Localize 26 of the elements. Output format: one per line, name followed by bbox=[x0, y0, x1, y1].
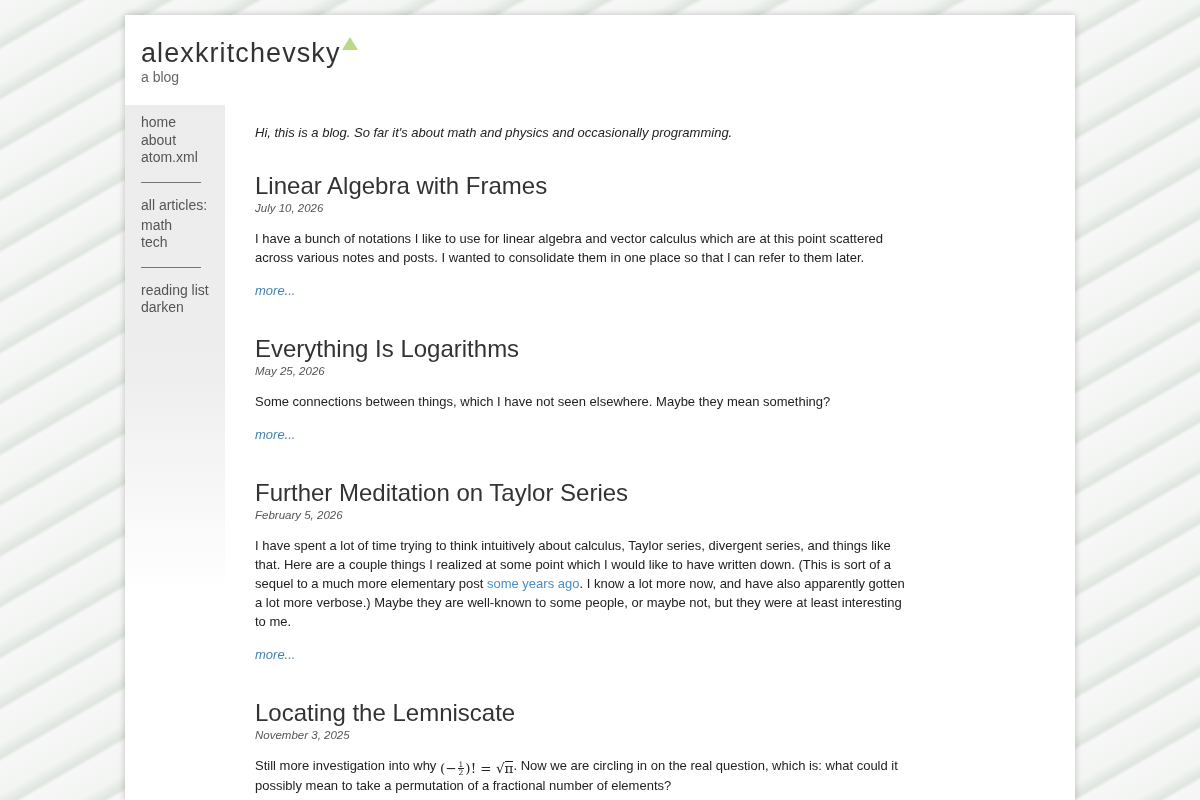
more-link[interactable]: more... bbox=[255, 424, 296, 444]
sidebar-link[interactable]: math bbox=[141, 216, 173, 234]
post-title[interactable]: Locating the Lemniscate bbox=[255, 697, 516, 727]
post-date: November 3, 2025 bbox=[255, 727, 350, 743]
post-date: February 5, 2026 bbox=[255, 507, 343, 523]
sidebar-link[interactable]: tech bbox=[141, 234, 168, 252]
post-date: July 10, 2026 bbox=[255, 200, 324, 216]
sidebar-link[interactable]: reading list bbox=[141, 281, 209, 299]
post-excerpt: I have spent a lot of time trying to think intuitively about calculus, Taylor series, divergent series, and things like that. Here are a couple things I realized at some point which I would like to have written down. (This is sort of a sequel to a much more elementary post some years ago. I know a lot more now, and have also apparently gotten a lot more verbose.) Maybe they are well-known to some people, or maybe not, but they were at least interesting to me. bbox=[255, 536, 905, 631]
sidebar-link[interactable]: home bbox=[141, 114, 177, 132]
sidebar-heading: all articles: bbox=[141, 196, 208, 214]
post-excerpt: I have a bunch of notations I like to use for linear algebra and vector calculus which are at this point scattered across various notes and posts. I wanted to consolidate them in one place so that I can refer to them later. bbox=[255, 229, 884, 267]
sidebar-link[interactable]: darken bbox=[141, 299, 184, 317]
triangle-icon bbox=[341, 37, 358, 50]
intro-text: Hi, this is a blog. So far it's about math and physics and occasionally programming. bbox=[255, 123, 734, 142]
post-title[interactable]: Further Meditation on Taylor Series bbox=[255, 477, 629, 507]
sidebar-link[interactable]: atom.xml bbox=[141, 149, 198, 167]
post-date: May 25, 2026 bbox=[255, 363, 325, 379]
post-excerpt: Some connections between things, which I have not seen elsewhere. Maybe they mean something? bbox=[255, 392, 832, 411]
post-title[interactable]: Everything Is Logarithms bbox=[255, 333, 520, 363]
more-link[interactable]: more... bbox=[255, 644, 296, 664]
more-link[interactable]: more... bbox=[255, 280, 296, 300]
site-subtitle: a blog bbox=[141, 69, 180, 86]
sidebar-link[interactable]: about bbox=[141, 131, 177, 149]
post-title[interactable]: Linear Algebra with Frames bbox=[255, 170, 548, 200]
site-title[interactable]: alexkritchevsky bbox=[141, 38, 341, 68]
